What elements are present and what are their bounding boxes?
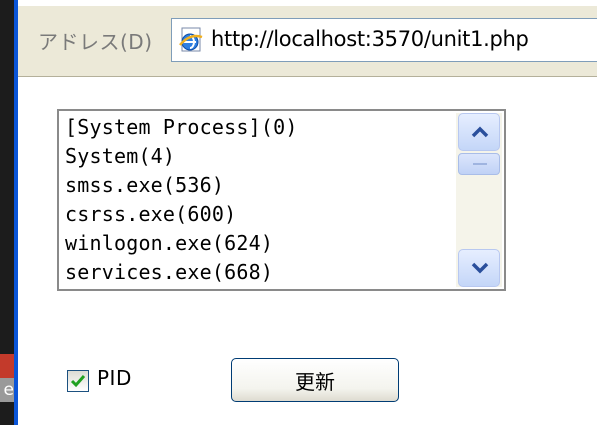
- listbox-scrollbar[interactable]: [456, 113, 502, 287]
- address-input[interactable]: http://localhost:3570/unit1.php: [171, 18, 597, 62]
- scroll-thumb[interactable]: [458, 153, 500, 175]
- list-item[interactable]: smss.exe(536): [65, 171, 445, 200]
- list-item[interactable]: services.exe(668): [65, 258, 445, 287]
- address-label[interactable]: アドレス(D): [38, 26, 153, 55]
- ie-page-icon[interactable]: [177, 26, 205, 54]
- update-button[interactable]: 更新: [231, 358, 399, 402]
- chevron-down-icon: [471, 262, 489, 274]
- scroll-thumb-grip: [473, 163, 487, 165]
- pid-checkbox[interactable]: [67, 370, 89, 392]
- list-item[interactable]: winlogon.exe(624): [65, 229, 445, 258]
- background-red-block: [0, 354, 14, 378]
- list-item[interactable]: csrss.exe(600): [65, 200, 445, 229]
- background-grey-block: e: [0, 378, 14, 402]
- scroll-down-button[interactable]: [458, 249, 500, 287]
- pid-checkbox-label[interactable]: PID: [97, 366, 132, 390]
- background-text-fragment: e: [3, 380, 14, 400]
- list-item[interactable]: [System Process](0): [65, 113, 445, 142]
- process-listbox[interactable]: [System Process](0) System(4) smss.exe(5…: [57, 109, 506, 291]
- process-list[interactable]: [System Process](0) System(4) smss.exe(5…: [65, 113, 445, 289]
- chevron-up-icon: [471, 126, 489, 138]
- address-url[interactable]: http://localhost:3570/unit1.php: [211, 27, 529, 51]
- address-bar: アドレス(D) http://localhost:3570/unit1.php: [18, 6, 597, 77]
- browser-window: e アドレス(D) http://localhost:3570/unit1.ph…: [0, 0, 597, 425]
- checkmark-icon: [70, 375, 86, 388]
- list-item[interactable]: System(4): [65, 142, 445, 171]
- scroll-up-button[interactable]: [458, 113, 500, 151]
